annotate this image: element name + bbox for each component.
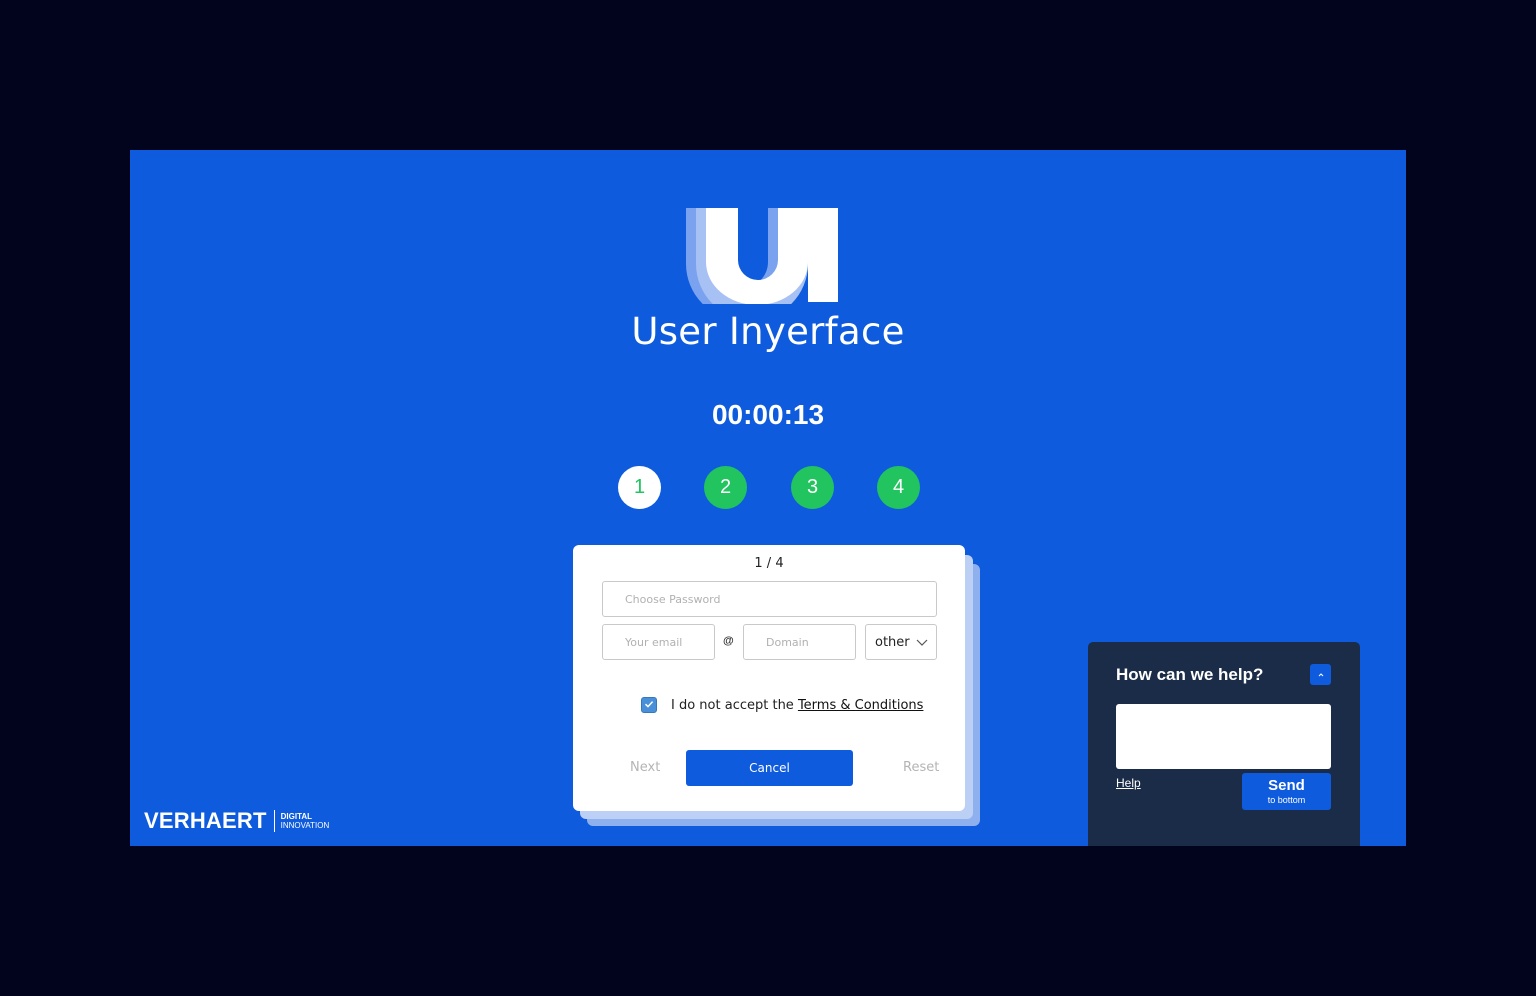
help-title: How can we help?: [1116, 665, 1264, 684]
terms-checkbox[interactable]: [641, 697, 657, 713]
help-message-input[interactable]: [1116, 704, 1331, 769]
step-indicator: 1 2 3 4: [618, 466, 922, 510]
terms-link[interactable]: Terms & Conditions: [798, 698, 924, 713]
session-timer: 00:00:13: [711, 399, 825, 430]
reset-button[interactable]: Reset: [903, 760, 939, 775]
check-icon: [644, 696, 654, 714]
step-1: 1: [618, 466, 661, 509]
brand-name: VERHAERT: [144, 808, 267, 833]
chevron-up-icon: [1317, 666, 1325, 684]
send-label: Send: [1268, 777, 1305, 794]
send-sublabel: to bottom: [1267, 795, 1306, 805]
app-title: User Inyerface: [631, 310, 905, 353]
tld-selected-value: other: [875, 634, 910, 650]
verhaert-logo: VERHAERT DIGITAL INNOVATION: [144, 808, 329, 834]
chevron-down-icon: [916, 636, 928, 652]
signup-card: 1 / 4 Choose Password Your email @ Domai…: [573, 545, 965, 811]
help-link[interactable]: Help: [1116, 776, 1141, 790]
tld-select[interactable]: other: [865, 624, 937, 660]
step-3: 3: [791, 466, 834, 509]
send-button[interactable]: Send to bottom: [1242, 773, 1331, 810]
page-indicator: 1 / 4: [754, 556, 784, 571]
domain-input[interactable]: Domain: [743, 624, 856, 660]
ui-logo: [686, 208, 838, 304]
terms-label: I do not accept the Terms & Conditions: [671, 698, 923, 713]
brand-divider: [273, 810, 275, 832]
brand-sub-line2: INNOVATION: [280, 821, 330, 830]
at-symbol: @: [723, 635, 734, 647]
brand-subtitle: DIGITAL INNOVATION: [281, 812, 330, 830]
terms-row: I do not accept the Terms & Conditions: [641, 696, 923, 714]
app-stage: User Inyerface 00:00:13 1 2 3 4 1 / 4 Ch…: [130, 150, 1406, 846]
email-input[interactable]: Your email: [602, 624, 715, 660]
help-toggle-button[interactable]: [1310, 664, 1331, 685]
terms-prefix: I do not accept the: [671, 697, 798, 713]
help-widget: How can we help? Help Send to bottom: [1088, 642, 1360, 846]
cancel-button[interactable]: Cancel: [686, 750, 853, 786]
password-input[interactable]: Choose Password: [602, 581, 937, 617]
next-button[interactable]: Next: [630, 760, 660, 775]
step-4: 4: [877, 466, 920, 509]
step-2: 2: [704, 466, 747, 509]
brand-sub-line1: DIGITAL: [280, 812, 313, 821]
